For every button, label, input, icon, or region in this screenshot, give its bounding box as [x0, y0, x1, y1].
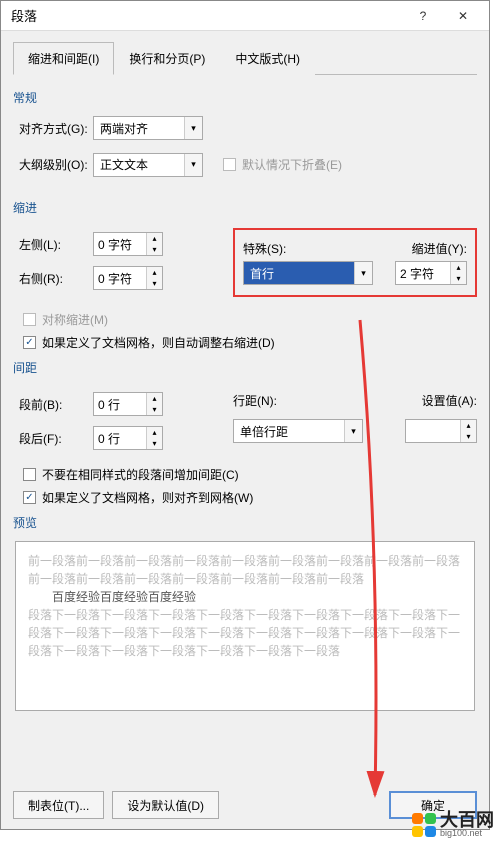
- indentval-label: 缩进值(Y):: [373, 240, 467, 257]
- help-icon: ?: [420, 9, 427, 23]
- outline-combo[interactable]: 正文文本 ▾: [93, 153, 203, 177]
- section-indent: 缩进: [13, 199, 477, 216]
- preview-light-before: 前一段落前一段落前一段落前一段落前一段落前一段落前一段落前一段落前一段落前一段落…: [28, 552, 462, 588]
- indent-left-spinner[interactable]: 0 字符 ▴▾: [93, 232, 163, 256]
- spin-up-icon[interactable]: ▴: [147, 267, 162, 278]
- checkbox-icon: [223, 158, 236, 171]
- tab-line-page-breaks[interactable]: 换行和分页(P): [114, 42, 220, 75]
- tab-asian-typography[interactable]: 中文版式(H): [220, 42, 315, 75]
- indent-right-value: 0 字符: [94, 270, 146, 287]
- space-after-value: 0 行: [94, 430, 146, 447]
- titlebar: 段落 ? ✕: [1, 1, 489, 31]
- mirror-indent-checkbox: 对称缩进(M): [23, 311, 477, 328]
- space-after-label: 段后(F):: [13, 430, 93, 447]
- mirror-label: 对称缩进(M): [42, 311, 108, 328]
- space-before-spinner[interactable]: 0 行 ▴▾: [93, 392, 163, 416]
- space-before-value: 0 行: [94, 396, 146, 413]
- linespace-value: 单倍行距: [234, 423, 344, 440]
- tab-indent-spacing[interactable]: 缩进和间距(I): [13, 42, 114, 75]
- button-bar: 制表位(T)... 设为默认值(D) 确定: [13, 791, 477, 819]
- spin-down-icon[interactable]: ▾: [147, 278, 162, 289]
- watermark: 大百网 big100.net: [412, 811, 494, 838]
- close-icon: ✕: [458, 9, 468, 23]
- collapse-checkbox: 默认情况下折叠(E): [223, 156, 342, 173]
- close-button[interactable]: ✕: [443, 2, 483, 30]
- section-spacing: 间距: [13, 359, 477, 376]
- spin-up-icon[interactable]: ▴: [147, 233, 162, 244]
- spin-down-icon[interactable]: ▾: [451, 273, 466, 284]
- snap-label: 如果定义了文档网格，则对齐到网格(W): [42, 489, 253, 506]
- spin-up-icon[interactable]: ▴: [461, 420, 476, 431]
- special-label: 特殊(S):: [243, 240, 363, 257]
- auto-adjust-label: 如果定义了文档网格，则自动调整右缩进(D): [42, 334, 275, 351]
- alignment-label: 对齐方式(G):: [13, 120, 93, 137]
- spin-down-icon[interactable]: ▾: [461, 431, 476, 442]
- watermark-logo-icon: [412, 813, 436, 837]
- spin-down-icon[interactable]: ▾: [147, 438, 162, 449]
- spin-down-icon[interactable]: ▾: [147, 404, 162, 415]
- special-value: 首行: [244, 262, 354, 284]
- space-after-spinner[interactable]: 0 行 ▴▾: [93, 426, 163, 450]
- linespace-combo[interactable]: 单倍行距 ▾: [233, 419, 363, 443]
- preview-sample-text: 百度经验百度经验百度经验: [28, 588, 462, 606]
- set-default-button[interactable]: 设为默认值(D): [112, 791, 219, 819]
- special-indent-highlight: 特殊(S): 缩进值(Y): 首行 ▾ 2 字符 ▴▾: [233, 228, 477, 297]
- chevron-down-icon: ▾: [184, 154, 202, 176]
- special-combo[interactable]: 首行 ▾: [243, 261, 373, 285]
- indent-right-label: 右侧(R):: [13, 270, 93, 287]
- auto-adjust-right-checkbox[interactable]: ✓ 如果定义了文档网格，则自动调整右缩进(D): [23, 334, 477, 351]
- outline-value: 正文文本: [94, 156, 184, 173]
- checkbox-icon: ✓: [23, 491, 36, 504]
- spin-up-icon[interactable]: ▴: [147, 393, 162, 404]
- chevron-down-icon: ▾: [344, 420, 362, 442]
- dialog-body: 缩进和间距(I) 换行和分页(P) 中文版式(H) 常规 对齐方式(G): 两端…: [1, 31, 489, 721]
- setat-spinner[interactable]: ▴▾: [405, 419, 477, 443]
- tab-strip: 缩进和间距(I) 换行和分页(P) 中文版式(H): [13, 41, 477, 75]
- indent-right-spinner[interactable]: 0 字符 ▴▾: [93, 266, 163, 290]
- setat-label: 设置值(A):: [303, 392, 477, 409]
- indent-left-label: 左侧(L):: [13, 236, 93, 253]
- spin-down-icon[interactable]: ▾: [147, 244, 162, 255]
- spin-up-icon[interactable]: ▴: [451, 262, 466, 273]
- checkbox-icon: [23, 313, 36, 326]
- dialog-title: 段落: [7, 6, 403, 25]
- chevron-down-icon: ▾: [354, 262, 372, 284]
- alignment-combo[interactable]: 两端对齐 ▾: [93, 116, 203, 140]
- section-preview: 预览: [13, 514, 477, 531]
- indentval-value: 2 字符: [396, 265, 450, 282]
- indentval-spinner[interactable]: 2 字符 ▴▾: [395, 261, 467, 285]
- nospace-same-style-checkbox[interactable]: 不要在相同样式的段落间增加间距(C): [23, 466, 477, 483]
- help-button[interactable]: ?: [403, 2, 443, 30]
- checkbox-icon: ✓: [23, 336, 36, 349]
- spin-up-icon[interactable]: ▴: [147, 427, 162, 438]
- preview-light-after: 段落下一段落下一段落下一段落下一段落下一段落下一段落下一段落下一段落下一段落下一…: [28, 606, 462, 660]
- tabs-button[interactable]: 制表位(T)...: [13, 791, 104, 819]
- outline-label: 大纲级别(O):: [13, 156, 93, 173]
- space-before-label: 段前(B):: [13, 396, 93, 413]
- collapse-label: 默认情况下折叠(E): [242, 156, 342, 173]
- nospace-label: 不要在相同样式的段落间增加间距(C): [42, 466, 239, 483]
- linespace-label: 行距(N):: [233, 392, 293, 409]
- watermark-url: big100.net: [440, 829, 494, 838]
- alignment-value: 两端对齐: [94, 120, 184, 137]
- section-general: 常规: [13, 89, 477, 106]
- checkbox-icon: [23, 468, 36, 481]
- paragraph-dialog: 段落 ? ✕ 缩进和间距(I) 换行和分页(P) 中文版式(H) 常规 对齐方式…: [0, 0, 490, 830]
- chevron-down-icon: ▾: [184, 117, 202, 139]
- snap-to-grid-checkbox[interactable]: ✓ 如果定义了文档网格，则对齐到网格(W): [23, 489, 477, 506]
- indent-left-value: 0 字符: [94, 236, 146, 253]
- watermark-name: 大百网: [440, 811, 494, 829]
- preview-box: 前一段落前一段落前一段落前一段落前一段落前一段落前一段落前一段落前一段落前一段落…: [15, 541, 475, 711]
